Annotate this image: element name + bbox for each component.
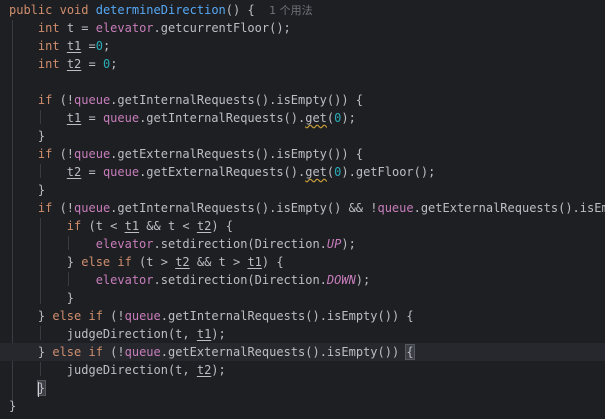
- code-line[interactable]: elevator.setdirection(Direction.UP);: [0, 235, 605, 253]
- text-caret: [38, 382, 39, 397]
- warning-squiggle[interactable]: get: [305, 165, 327, 179]
- code-line[interactable]: if (!queue.getInternalRequests().isEmpty…: [0, 199, 605, 217]
- current-code-line[interactable]: } else if (!queue.getExternalRequests().…: [0, 343, 605, 361]
- code-token: void: [59, 3, 89, 17]
- code-line[interactable]: elevator.setdirection(Direction.DOWN);: [0, 271, 605, 289]
- code-line[interactable]: int t = elevator.getcurrentFloor();: [0, 19, 605, 37]
- code-line[interactable]: }: [0, 127, 605, 145]
- code-line[interactable]: }: [0, 289, 605, 307]
- usage-hint[interactable]: 1 个用法: [269, 4, 313, 17]
- code-line[interactable]: judgeDirection(t, t2);: [0, 361, 605, 379]
- code-line[interactable]: t2 = queue.getExternalRequests().get(0).…: [0, 163, 605, 181]
- code-line[interactable]: }: [0, 379, 605, 397]
- code-line[interactable]: if (!queue.getExternalRequests().isEmpty…: [0, 145, 605, 163]
- code-line[interactable]: int t2 = 0;: [0, 55, 605, 73]
- method-name: determineDirection: [95, 3, 226, 17]
- code-line[interactable]: if (t < t1 && t < t2) {: [0, 217, 605, 235]
- code-line[interactable]: t1 = queue.getInternalRequests().get(0);: [0, 109, 605, 127]
- code-line[interactable]: } else if (t > t2 && t > t1) {: [0, 253, 605, 271]
- code-line[interactable]: }: [0, 181, 605, 199]
- code-line[interactable]: [0, 73, 605, 91]
- code-token: public: [9, 3, 53, 17]
- code-line[interactable]: int t1 =0;: [0, 37, 605, 55]
- code-editor[interactable]: public void determineDirection() { 1 个用法…: [0, 0, 605, 419]
- code-line[interactable]: }: [0, 397, 605, 415]
- warning-squiggle[interactable]: get: [305, 111, 327, 125]
- code-line[interactable]: } else if (!queue.getInternalRequests().…: [0, 307, 605, 325]
- code-line[interactable]: judgeDirection(t, t1);: [0, 325, 605, 343]
- code-line[interactable]: public void determineDirection() { 1 个用法: [0, 1, 605, 19]
- code-line[interactable]: if (!queue.getInternalRequests().isEmpty…: [0, 91, 605, 109]
- matched-brace: {: [405, 344, 415, 360]
